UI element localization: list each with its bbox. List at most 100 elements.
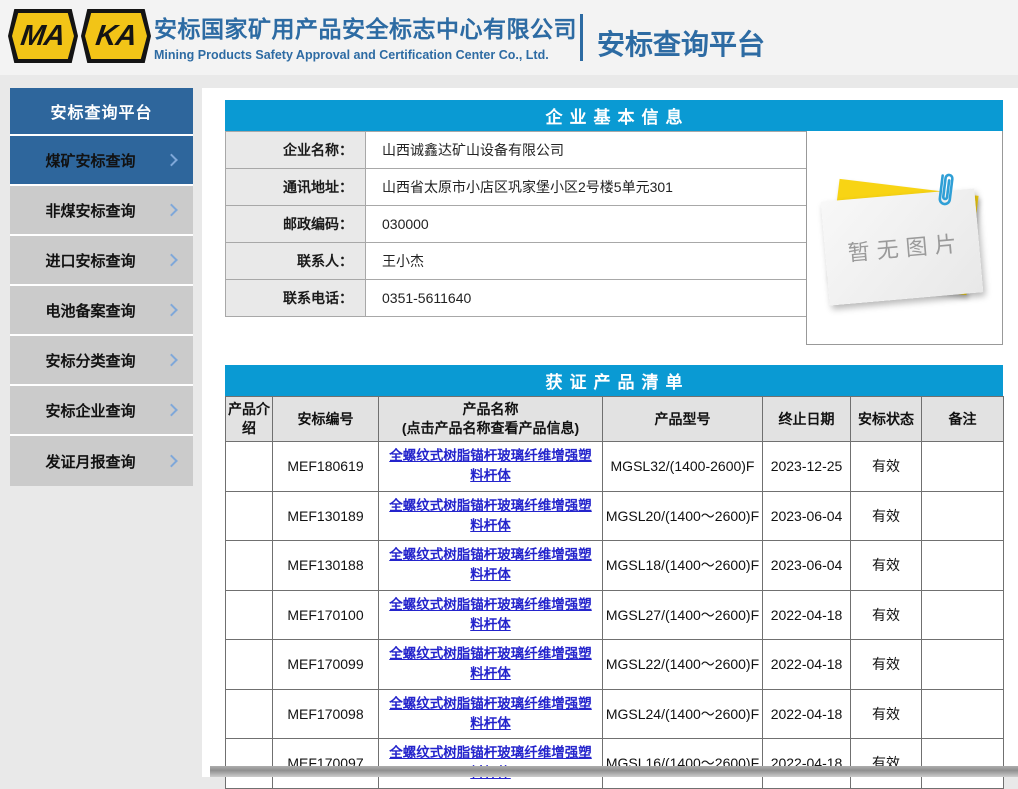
info-row: 邮政编码： 030000 bbox=[226, 206, 807, 243]
product-image-box: 暂无图片 bbox=[806, 131, 1003, 345]
end-date-cell: 2022-04-18 bbox=[763, 689, 851, 739]
col-name: 产品名称 (点击产品名称查看产品信息) bbox=[379, 397, 603, 442]
product-name-link[interactable]: 全螺纹式树脂锚杆玻璃纤维增强塑料杆体 bbox=[389, 597, 592, 632]
remark-cell bbox=[922, 541, 1004, 591]
info-row: 联系电话： 0351-5611640 bbox=[226, 280, 807, 317]
product-name-link[interactable]: 全螺纹式树脂锚杆玻璃纤维增强塑料杆体 bbox=[389, 498, 592, 533]
address-value: 山西省太原市小店区巩家堡小区2号楼5单元301 bbox=[366, 169, 807, 206]
col-status: 安标状态 bbox=[851, 397, 922, 442]
maka-logo[interactable]: MA KA bbox=[8, 9, 151, 63]
sidebar-item-enterprise-query[interactable]: 安标企业查询 bbox=[10, 386, 193, 436]
no-image-text: 暂无图片 bbox=[839, 226, 964, 269]
chevron-right-icon bbox=[165, 455, 178, 468]
code-cell: MEF170100 bbox=[273, 590, 379, 640]
product-name-link[interactable]: 全螺纹式树脂锚杆玻璃纤维增强塑料杆体 bbox=[389, 646, 592, 681]
company-titles: 安标国家矿用产品安全标志中心有限公司 Mining Products Safet… bbox=[154, 10, 577, 62]
content-panel: 企业基本信息 企业名称： 山西诚鑫达矿山设备有限公司 通讯地址： 山西省太原市小… bbox=[202, 88, 1018, 777]
product-table-header-row: 产品介绍 安标编号 产品名称 (点击产品名称查看产品信息) 产品型号 终止日期 … bbox=[226, 397, 1004, 442]
sidebar-item-non-coal-query[interactable]: 非煤安标查询 bbox=[10, 186, 193, 236]
chevron-right-icon bbox=[165, 404, 178, 417]
field-label: 联系电话： bbox=[226, 280, 366, 317]
intro-cell bbox=[226, 590, 273, 640]
no-image-placeholder: 暂无图片 bbox=[825, 185, 985, 307]
remark-cell bbox=[922, 739, 1004, 789]
intro-cell bbox=[226, 541, 273, 591]
product-row: MEF170100 全螺纹式树脂锚杆玻璃纤维增强塑料杆体 MGSL27/(140… bbox=[226, 590, 1004, 640]
end-date-cell: 2023-06-04 bbox=[763, 541, 851, 591]
name-cell: 全螺纹式树脂锚杆玻璃纤维增强塑料杆体 bbox=[379, 491, 603, 541]
product-name-link[interactable]: 全螺纹式树脂锚杆玻璃纤维增强塑料杆体 bbox=[389, 448, 592, 483]
field-label: 邮政编码： bbox=[226, 206, 366, 243]
sidebar-item-label: 非煤安标查询 bbox=[45, 200, 135, 221]
platform-title: 安标查询平台 bbox=[597, 23, 765, 63]
col-code: 安标编号 bbox=[273, 397, 379, 442]
status-cell: 有效 bbox=[851, 541, 922, 591]
enterprise-info-table: 企业名称： 山西诚鑫达矿山设备有限公司 通讯地址： 山西省太原市小店区巩家堡小区… bbox=[225, 131, 807, 317]
code-cell: MEF170098 bbox=[273, 689, 379, 739]
model-cell: MGSL16/(1400～2600)F bbox=[603, 739, 763, 789]
product-name-link[interactable]: 全螺纹式树脂锚杆玻璃纤维增强塑料杆体 bbox=[389, 547, 592, 582]
info-row: 联系人： 王小杰 bbox=[226, 243, 807, 280]
product-row: MEF180619 全螺纹式树脂锚杆玻璃纤维增强塑料杆体 MGSL32/(140… bbox=[226, 442, 1004, 492]
enterprise-info-section: 企业基本信息 企业名称： 山西诚鑫达矿山设备有限公司 通讯地址： 山西省太原市小… bbox=[225, 100, 1003, 345]
header-divider bbox=[580, 14, 583, 61]
chevron-right-icon bbox=[165, 254, 178, 267]
model-cell: MGSL27/(1400～2600)F bbox=[603, 590, 763, 640]
info-row: 企业名称： 山西诚鑫达矿山设备有限公司 bbox=[226, 132, 807, 169]
chevron-right-icon bbox=[165, 354, 178, 367]
code-cell: MEF130188 bbox=[273, 541, 379, 591]
model-cell: MGSL18/(1400～2600)F bbox=[603, 541, 763, 591]
sidebar-item-import-query[interactable]: 进口安标查询 bbox=[10, 236, 193, 286]
product-list-title: 获证产品清单 bbox=[225, 365, 1003, 396]
code-cell: MEF180619 bbox=[273, 442, 379, 492]
product-row: MEF130189 全螺纹式树脂锚杆玻璃纤维增强塑料杆体 MGSL20/(140… bbox=[226, 491, 1004, 541]
chevron-right-icon bbox=[165, 154, 178, 167]
company-name-value: 山西诚鑫达矿山设备有限公司 bbox=[366, 132, 807, 169]
status-cell: 有效 bbox=[851, 590, 922, 640]
end-date-cell: 2023-12-25 bbox=[763, 442, 851, 492]
enterprise-info-title: 企业基本信息 bbox=[225, 100, 1003, 131]
remark-cell bbox=[922, 689, 1004, 739]
remark-cell bbox=[922, 491, 1004, 541]
model-cell: MGSL32/(1400-2600)F bbox=[603, 442, 763, 492]
name-cell: 全螺纹式树脂锚杆玻璃纤维增强塑料杆体 bbox=[379, 442, 603, 492]
name-cell: 全螺纹式树脂锚杆玻璃纤维增强塑料杆体 bbox=[379, 640, 603, 690]
white-card: 暂无图片 bbox=[820, 189, 982, 306]
chevron-right-icon bbox=[165, 304, 178, 317]
product-row: MEF170099 全螺纹式树脂锚杆玻璃纤维增强塑料杆体 MGSL22/(140… bbox=[226, 640, 1004, 690]
field-label: 企业名称： bbox=[226, 132, 366, 169]
model-cell: MGSL22/(1400～2600)F bbox=[603, 640, 763, 690]
model-cell: MGSL24/(1400～2600)F bbox=[603, 689, 763, 739]
code-cell: MEF130189 bbox=[273, 491, 379, 541]
sidebar-item-label: 安标分类查询 bbox=[45, 350, 135, 371]
sidebar-item-battery-record-query[interactable]: 电池备案查询 bbox=[10, 286, 193, 336]
sidebar-item-monthly-report-query[interactable]: 发证月报查询 bbox=[10, 436, 193, 486]
sidebar-item-label: 煤矿安标查询 bbox=[45, 150, 135, 171]
end-date-cell: 2022-04-18 bbox=[763, 739, 851, 789]
col-intro: 产品介绍 bbox=[226, 397, 273, 442]
intro-cell bbox=[226, 739, 273, 789]
remark-cell bbox=[922, 590, 1004, 640]
model-cell: MGSL20/(1400～2600)F bbox=[603, 491, 763, 541]
name-cell: 全螺纹式树脂锚杆玻璃纤维增强塑料杆体 bbox=[379, 541, 603, 591]
end-date-cell: 2022-04-18 bbox=[763, 640, 851, 690]
sidebar-item-classification-query[interactable]: 安标分类查询 bbox=[10, 336, 193, 386]
remark-cell bbox=[922, 442, 1004, 492]
code-cell: MEF170099 bbox=[273, 640, 379, 690]
product-name-link[interactable]: 全螺纹式树脂锚杆玻璃纤维增强塑料杆体 bbox=[389, 696, 592, 731]
product-row: MEF170098 全螺纹式树脂锚杆玻璃纤维增强塑料杆体 MGSL24/(140… bbox=[226, 689, 1004, 739]
col-remark: 备注 bbox=[922, 397, 1004, 442]
ma-badge-icon: MA bbox=[8, 9, 78, 63]
remark-cell bbox=[922, 640, 1004, 690]
status-cell: 有效 bbox=[851, 491, 922, 541]
sidebar-item-label: 电池备案查询 bbox=[45, 300, 135, 321]
intro-cell bbox=[226, 640, 273, 690]
sidebar-item-coal-mine-query[interactable]: 煤矿安标查询 bbox=[10, 136, 193, 186]
name-cell: 全螺纹式树脂锚杆玻璃纤维增强塑料杆体 bbox=[379, 739, 603, 789]
product-table: 产品介绍 安标编号 产品名称 (点击产品名称查看产品信息) 产品型号 终止日期 … bbox=[225, 396, 1004, 789]
status-cell: 有效 bbox=[851, 640, 922, 690]
company-name-en: Mining Products Safety Approval and Cert… bbox=[154, 48, 577, 62]
sidebar-item-label: 进口安标查询 bbox=[45, 250, 135, 271]
field-label: 通讯地址： bbox=[226, 169, 366, 206]
name-cell: 全螺纹式树脂锚杆玻璃纤维增强塑料杆体 bbox=[379, 689, 603, 739]
